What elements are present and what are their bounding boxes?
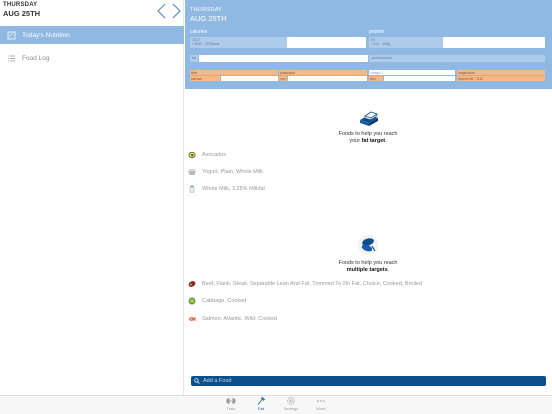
food-suggestion-whole-milk[interactable]: Whole Milk, 3.25% Milkfat xyxy=(188,184,265,194)
calories-bar[interactable]: 1537 / 1180 - 2076kcal xyxy=(190,37,366,48)
tab-label: Eat xyxy=(257,406,264,411)
add-food-placeholder: Add a Food xyxy=(203,378,232,384)
food-label: Avocados xyxy=(202,152,227,158)
tab-more[interactable]: More xyxy=(306,397,336,414)
food-suggestion-yogurt[interactable]: Yogurt, Plain, Whole Milk xyxy=(188,167,263,177)
app-root: THURSDAY AUG 25TH Today's Nutrition Food… xyxy=(0,0,552,414)
vitamin-b-field[interactable]: vitamin B6 + B12 xyxy=(457,76,545,81)
food-label: Cabbage, Cooked xyxy=(202,298,247,304)
multiple-targets-caption: Foods to help you reach multiple targets… xyxy=(318,260,418,274)
iron-label: iron xyxy=(280,76,286,81)
fat-bar xyxy=(199,55,368,62)
search-icon xyxy=(194,378,200,384)
omega-3-label: omega-3 xyxy=(370,70,384,75)
caption-prefix: Foods to help you reach xyxy=(338,260,398,266)
header-day: THURSDAY xyxy=(190,7,223,13)
butter-icon xyxy=(357,106,381,128)
chevron-left-icon xyxy=(157,3,166,19)
milk-icon xyxy=(189,185,195,193)
add-food-search-bar[interactable]: Add a Food xyxy=(191,376,546,386)
food-label: Yogurt, Plain, Whole Milk xyxy=(202,169,263,175)
previous-day-button[interactable] xyxy=(156,3,168,19)
food-suggestion-cabbage[interactable]: Cabbage, Cooked xyxy=(188,296,246,306)
calories-target: / 1180 - 2076kcal xyxy=(192,42,220,46)
fat-target-caption: Foods to help you reach your fat target. xyxy=(318,131,418,145)
zinc-label: zinc xyxy=(370,76,376,81)
vitamin-b-label: vitamin B6 + B12 xyxy=(458,76,484,81)
food-label: Salmon, Atlantic, Wild, Cooked xyxy=(202,316,278,322)
fat-field[interactable]: fat xyxy=(190,55,198,62)
sidebar-date: AUG 25TH xyxy=(3,9,41,18)
calcium-label: calcium xyxy=(191,76,203,81)
fiber-field[interactable]: fiber xyxy=(190,70,278,75)
caption-line-2: multiple targets. xyxy=(318,267,418,274)
protein-bar[interactable]: 69 / 144 - 165g xyxy=(369,37,545,48)
magnesium-field[interactable]: magnesium xyxy=(457,70,545,75)
date-navigation xyxy=(156,3,184,19)
carbohydrate-field[interactable]: carbohydrate xyxy=(369,55,545,62)
omega-3-field[interactable]: omega-3 xyxy=(369,70,455,75)
caption-mid: your xyxy=(349,138,362,144)
salmon-icon xyxy=(188,316,196,322)
protein-label: protein xyxy=(369,29,385,35)
dumbbell-icon xyxy=(226,398,236,404)
steak-icon xyxy=(188,281,196,287)
protein-target: / 144 - 165g xyxy=(371,42,391,46)
food-label: Whole Milk, 3.25% Milkfat xyxy=(202,186,265,192)
tab-label: Train xyxy=(226,406,236,411)
caption-bold: fat target xyxy=(361,138,386,144)
bottom-tab-bar: Train Eat Settings More xyxy=(0,395,552,414)
caption-suffix: . xyxy=(385,138,387,144)
sidebar-item-food-log[interactable]: Food Log xyxy=(0,49,184,67)
fat-label: fat xyxy=(192,56,196,60)
header-date: AUG 25TH xyxy=(190,14,227,23)
tab-eat[interactable]: Eat xyxy=(246,397,276,414)
targets-icon xyxy=(357,233,379,257)
chevron-right-icon xyxy=(172,3,181,19)
sidebar: THURSDAY AUG 25TH Today's Nutrition Food… xyxy=(0,0,184,395)
iron-bar xyxy=(288,76,367,81)
more-icon xyxy=(317,400,325,402)
calcium-bar xyxy=(221,76,278,81)
caption-suffix: . xyxy=(387,267,390,273)
food-suggestion-beef-flank[interactable]: Beef, Flank, Steak, Separable Lean And F… xyxy=(188,279,422,289)
carbohydrate-label: carbohydrate xyxy=(371,56,392,60)
zinc-bar xyxy=(384,76,455,81)
sidebar-item-todays-nutrition[interactable]: Today's Nutrition xyxy=(0,26,184,44)
yogurt-icon xyxy=(188,169,196,175)
tab-settings[interactable]: Settings xyxy=(276,397,306,414)
tab-label: Settings xyxy=(283,406,299,411)
sidebar-day: THURSDAY xyxy=(3,2,38,8)
nutrition-summary-header: THURSDAY AUG 25TH calories 1537 / 1180 -… xyxy=(185,0,552,89)
zinc-field[interactable]: zinc xyxy=(369,76,383,81)
sidebar-item-label: Food Log xyxy=(22,54,50,62)
iron-field[interactable]: iron xyxy=(279,76,287,81)
caption-prefix: Foods to help you reach xyxy=(338,131,398,137)
food-suggestion-salmon[interactable]: Salmon, Atlantic, Wild, Cooked xyxy=(188,314,277,324)
calcium-field[interactable]: calcium xyxy=(190,76,220,81)
calories-label: calories xyxy=(190,29,208,35)
tab-train[interactable]: Train xyxy=(216,397,246,414)
gear-icon xyxy=(287,397,295,405)
tab-label: More xyxy=(316,406,326,411)
clipboard-icon xyxy=(7,31,16,39)
food-suggestion-avocados[interactable]: Avocados xyxy=(188,150,226,160)
fiber-label: fiber xyxy=(191,70,198,75)
food-label: Beef, Flank, Steak, Separable Lean And F… xyxy=(202,281,423,287)
next-day-button[interactable] xyxy=(170,3,182,19)
sidebar-item-label: Today's Nutrition xyxy=(22,31,70,39)
cabbage-icon xyxy=(188,297,196,305)
list-icon xyxy=(8,55,15,61)
caption-bold: multiple targets xyxy=(346,267,388,273)
fork-icon xyxy=(257,397,266,405)
avocado-icon xyxy=(188,151,196,159)
magnesium-label: magnesium xyxy=(458,70,476,75)
potassium-field[interactable]: potassium xyxy=(279,70,367,75)
caption-line-2: your fat target. xyxy=(318,138,418,145)
potassium-label: potassium xyxy=(280,70,296,75)
